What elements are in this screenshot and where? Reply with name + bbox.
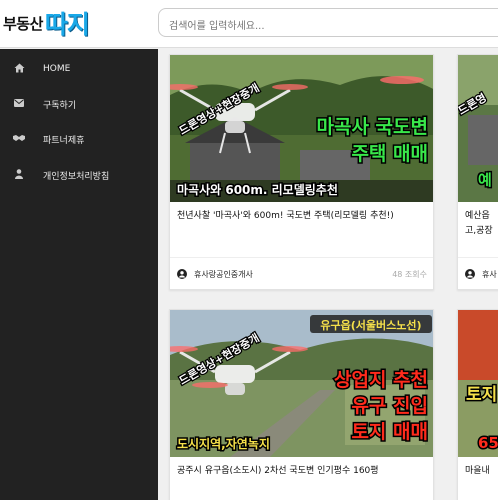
post-card[interactable]: 드론영 예 예산읍 고,공장 휴사	[457, 54, 498, 290]
thumb-caption: 65	[478, 434, 498, 452]
user-icon	[465, 269, 475, 279]
user-icon	[177, 269, 187, 279]
post-thumbnail[interactable]: 토지 65	[458, 310, 498, 457]
thumb-tag: 토지	[466, 385, 497, 405]
sidebar-item-home[interactable]: HOME	[0, 52, 158, 86]
site-logo[interactable]: 부동산 따지	[3, 7, 90, 39]
sidebar-item-label: HOME	[43, 64, 71, 74]
home-icon	[12, 63, 26, 76]
logo-main: 따지	[44, 10, 90, 39]
user-icon	[12, 168, 26, 182]
post-thumbnail[interactable]: 드론영상+현장중개 유구읍(서울버스노선) 상업지 추천 유구 진입 토지 매매…	[170, 310, 433, 457]
post-meta: 휴사	[465, 267, 498, 281]
thumb-headline-1: 상업지 추천	[334, 369, 428, 391]
post-thumbnail[interactable]: 드론영 예	[458, 55, 498, 202]
card-divider	[170, 257, 433, 258]
sidebar-item-privacy[interactable]: 개인정보처리방침	[0, 158, 158, 192]
thumb-headline-1: 마곡사 국도변	[317, 116, 429, 138]
post-thumbnail[interactable]: 드론영상+현장중개 마곡사 국도변 주택 매매 마곡사와 600m. 리모델링추…	[170, 55, 433, 202]
post-card[interactable]: 드론영상+현장중개 마곡사 국도변 주택 매매 마곡사와 600m. 리모델링추…	[169, 54, 434, 290]
post-author[interactable]: 휴사랑공인중개사	[194, 269, 253, 280]
post-card[interactable]: 드론영상+현장중개 유구읍(서울버스노선) 상업지 추천 유구 진입 토지 매매…	[169, 309, 434, 500]
post-title[interactable]: 마을내	[465, 464, 498, 479]
thumb-headline-2: 유구 진입	[351, 395, 428, 417]
search-input[interactable]	[158, 8, 498, 37]
sidebar: HOME 구독하기 파트너제휴 개인정보처리방침	[0, 49, 158, 500]
top-bar: 부동산 따지	[0, 0, 498, 48]
post-title[interactable]: 천년사찰 '마곡사'와 600m! 국도변 주택(리모델링 추천!)	[177, 209, 429, 224]
post-grid: 드론영상+현장중개 마곡사 국도변 주택 매매 마곡사와 600m. 리모델링추…	[158, 49, 498, 500]
sidebar-item-label: 개인정보처리방침	[43, 171, 110, 182]
thumb-caption: 예	[478, 171, 492, 189]
sidebar-item-subscribe[interactable]: 구독하기	[0, 87, 158, 121]
post-card[interactable]: 토지 65 마을내	[457, 309, 498, 500]
thumb-badge: 유구읍(서울버스노선)	[320, 318, 421, 332]
post-views: 48 조회수	[392, 269, 427, 279]
sidebar-item-label: 구독하기	[43, 100, 77, 111]
post-meta: 휴사랑공인중개사 48 조회수	[177, 267, 427, 281]
handshake-icon	[12, 134, 26, 145]
post-title[interactable]: 예산읍 고,공장	[465, 209, 498, 239]
thumb-caption: 도시지역,자연녹지	[177, 436, 270, 451]
card-divider	[458, 257, 498, 258]
sidebar-item-label: 파트너제휴	[43, 135, 85, 146]
thumb-headline-3: 토지 매매	[351, 421, 428, 443]
post-author[interactable]: 휴사	[482, 269, 497, 280]
thumb-caption: 마곡사와 600m. 리모델링추천	[177, 182, 338, 197]
post-title[interactable]: 공주시 유구읍(소도시) 2차선 국도변 인기평수 160평	[177, 464, 429, 479]
thumb-headline-2: 주택 매매	[351, 143, 428, 165]
sidebar-item-partner[interactable]: 파트너제휴	[0, 122, 158, 156]
logo-prefix: 부동산	[3, 14, 43, 33]
envelope-icon	[12, 98, 26, 110]
